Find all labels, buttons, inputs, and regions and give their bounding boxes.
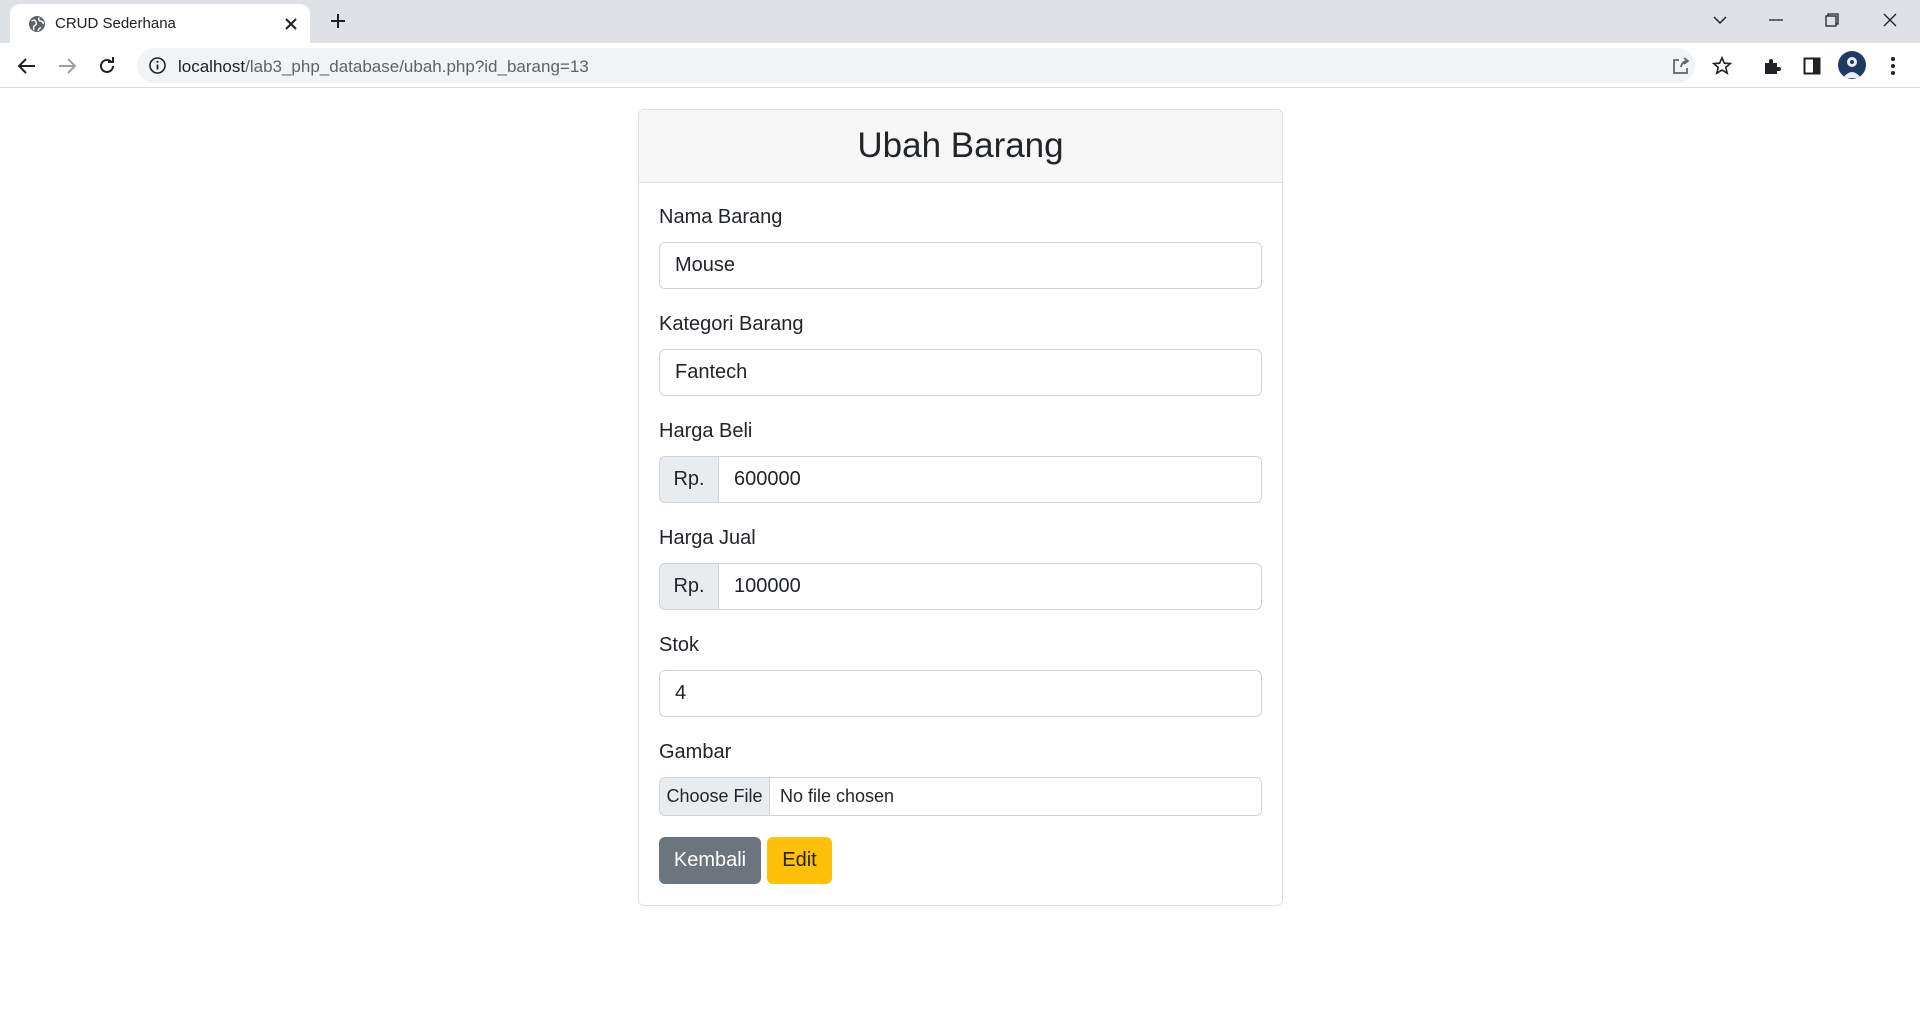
window-close-icon[interactable]: [1862, 0, 1918, 40]
nama-barang-input[interactable]: Mouse: [659, 242, 1262, 289]
harga-beli-prefix: Rp.: [659, 456, 718, 503]
harga-jual-group: Rp. 100000: [659, 563, 1262, 610]
forward-arrow-icon[interactable]: [52, 51, 82, 81]
harga-jual-label: Harga Jual: [659, 527, 756, 549]
side-panel-icon[interactable]: [1801, 55, 1823, 77]
kategori-barang-input[interactable]: Fantech: [659, 349, 1262, 396]
edit-button[interactable]: Edit: [767, 837, 832, 884]
stok-label: Stok: [659, 634, 700, 656]
chevron-down-icon[interactable]: [1692, 0, 1748, 40]
reload-icon[interactable]: [92, 51, 122, 81]
file-status: No file chosen: [780, 786, 895, 806]
page-title: Ubah Barang: [857, 126, 1064, 165]
tab-title: CRUD Sederhana: [55, 15, 176, 32]
kembali-button[interactable]: Kembali: [659, 837, 761, 884]
harga-jual-prefix: Rp.: [659, 563, 718, 610]
harga-jual-input[interactable]: 100000: [718, 563, 1262, 610]
globe-icon: [29, 16, 45, 32]
browser-toolbar: localhost/lab3_php_database/ubah.php?id_…: [0, 43, 1920, 88]
choose-file-button[interactable]: Choose File: [660, 778, 770, 815]
star-icon[interactable]: [1711, 55, 1733, 77]
address-bar[interactable]: localhost/lab3_php_database/ubah.php?id_…: [137, 48, 1695, 83]
gambar-label: Gambar: [659, 741, 732, 763]
browser-tab[interactable]: CRUD Sederhana: [10, 4, 310, 43]
edit-item-card: Ubah Barang Nama Barang Mouse Kategori B…: [638, 109, 1283, 906]
share-icon[interactable]: [1670, 55, 1692, 77]
more-icon[interactable]: [1882, 55, 1904, 77]
harga-beli-label: Harga Beli: [659, 420, 753, 442]
close-icon[interactable]: [280, 13, 302, 35]
harga-beli-input[interactable]: 600000: [718, 456, 1262, 503]
card-header: Ubah Barang: [639, 110, 1282, 183]
url-text: localhost/lab3_php_database/ubah.php?id_…: [178, 57, 589, 76]
kategori-barang-label: Kategori Barang: [659, 313, 804, 335]
back-arrow-icon[interactable]: [12, 51, 42, 81]
tab-strip: CRUD Sederhana: [0, 0, 1920, 43]
stok-input[interactable]: 4: [659, 670, 1262, 717]
minimize-icon[interactable]: [1748, 0, 1804, 40]
restore-icon[interactable]: [1804, 0, 1860, 40]
harga-beli-group: Rp. 600000: [659, 456, 1262, 503]
extensions-icon[interactable]: [1761, 55, 1783, 77]
nama-barang-label: Nama Barang: [659, 206, 783, 228]
plus-icon[interactable]: [326, 9, 350, 33]
avatar[interactable]: [1838, 51, 1866, 79]
info-icon[interactable]: [148, 56, 167, 75]
gambar-file-input[interactable]: Choose File No file chosen: [659, 777, 1262, 816]
